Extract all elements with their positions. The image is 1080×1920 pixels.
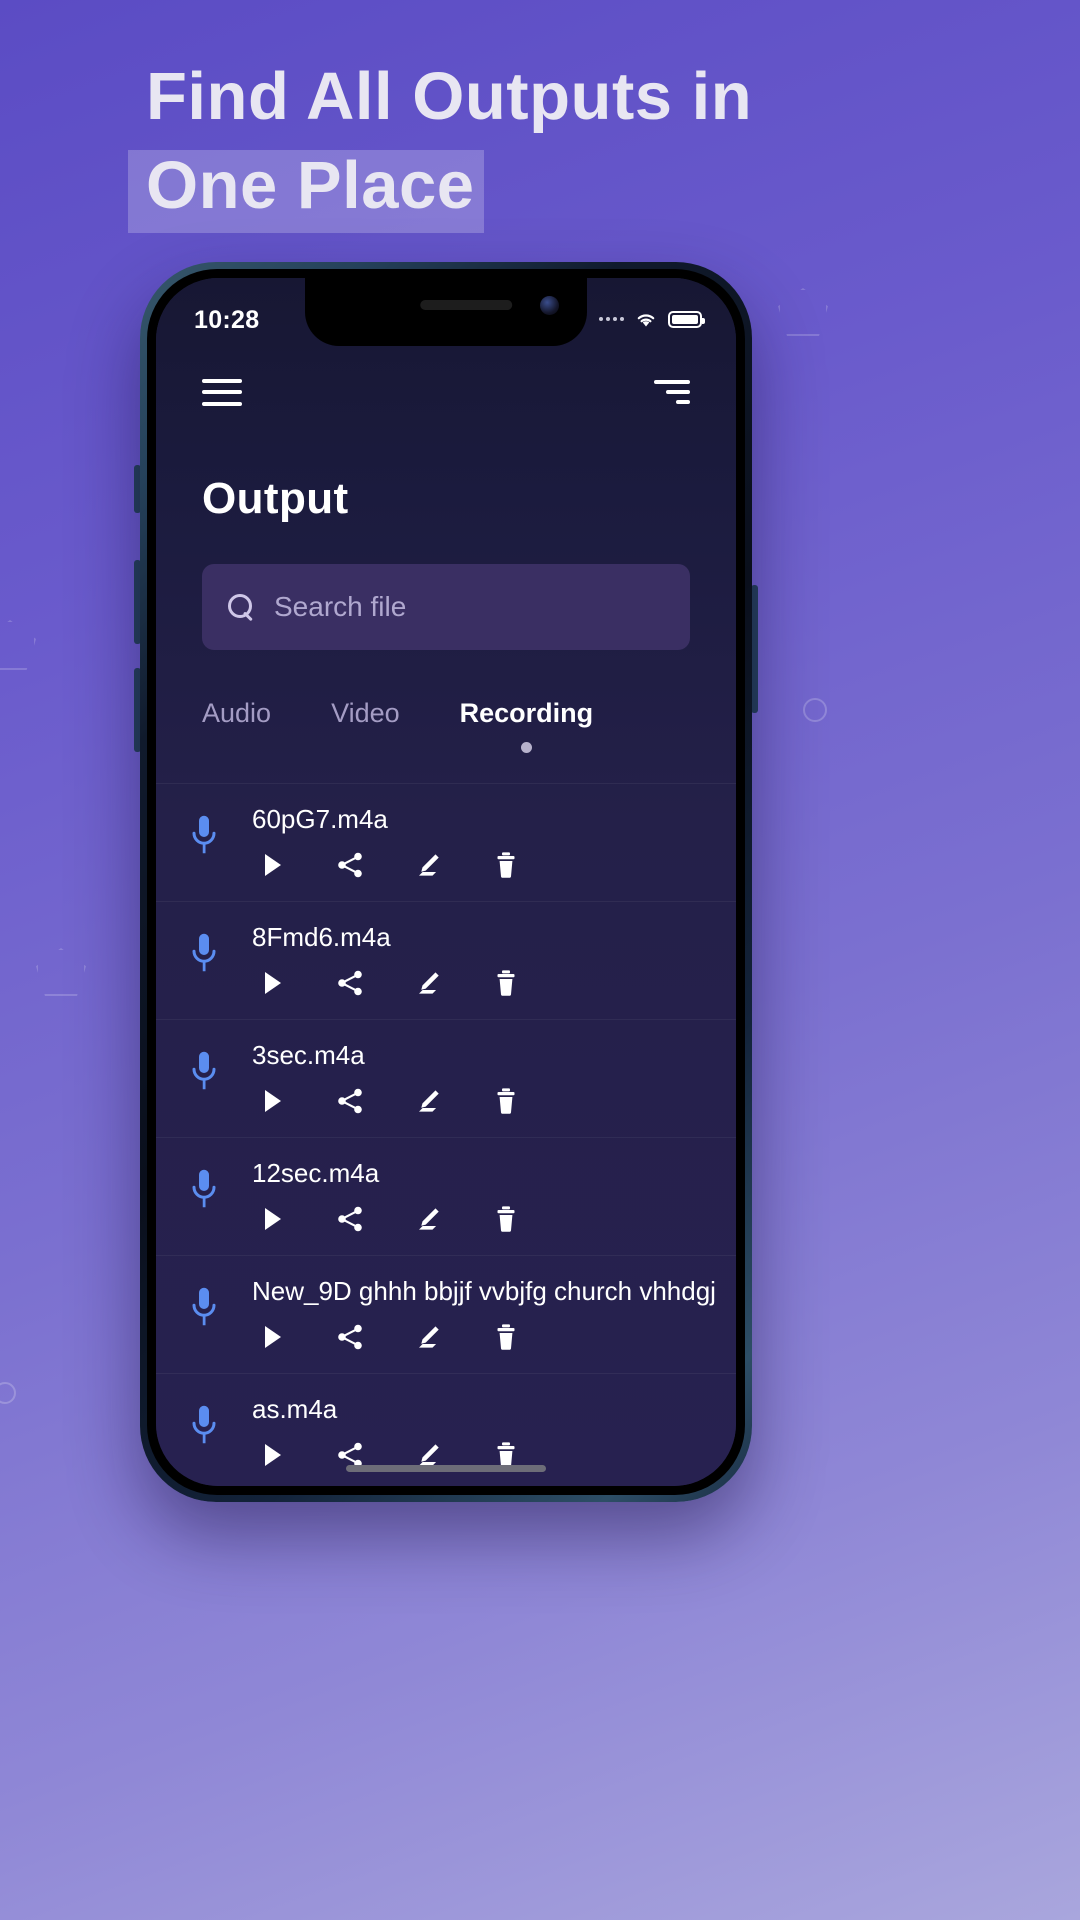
decor-pentagon-left-lower bbox=[36, 948, 86, 996]
file-name: 8Fmd6.m4a bbox=[252, 922, 391, 952]
tab-video-label: Video bbox=[331, 698, 400, 728]
file-name: 60pG7.m4a bbox=[252, 804, 388, 834]
file-row-content: 12sec.m4a bbox=[252, 1138, 736, 1235]
tab-recording-indicator bbox=[520, 742, 532, 753]
microphone-icon bbox=[156, 1138, 252, 1214]
edit-icon[interactable] bbox=[412, 967, 444, 999]
file-row-content: New_9D ghhh bbjjf vvbjfg church vhhdgj bbox=[252, 1256, 736, 1353]
delete-icon[interactable] bbox=[490, 967, 522, 999]
headline-line-1: Find All Outputs in bbox=[128, 52, 958, 141]
edit-icon[interactable] bbox=[412, 849, 444, 881]
front-camera bbox=[540, 296, 559, 315]
search-icon bbox=[228, 594, 254, 620]
delete-icon[interactable] bbox=[490, 1085, 522, 1117]
file-list[interactable]: 60pG7.m4a 8Fmd6.m4a 3sec.m4a 12sec.m4a New_9… bbox=[156, 783, 736, 1486]
tab-video[interactable]: Video bbox=[331, 698, 400, 753]
decor-pentagon-top-right bbox=[778, 288, 828, 336]
play-icon[interactable] bbox=[256, 1085, 288, 1117]
decor-pentagon-left-upper bbox=[0, 620, 36, 670]
file-row[interactable]: 8Fmd6.m4a bbox=[156, 901, 736, 1019]
delete-icon[interactable] bbox=[490, 849, 522, 881]
microphone-icon bbox=[156, 902, 252, 978]
status-time: 10:28 bbox=[194, 305, 260, 334]
share-icon[interactable] bbox=[334, 1203, 366, 1235]
delete-icon[interactable] bbox=[490, 1203, 522, 1235]
file-row[interactable]: 3sec.m4a bbox=[156, 1019, 736, 1137]
page-title: Output bbox=[202, 474, 349, 523]
home-indicator[interactable] bbox=[346, 1465, 546, 1472]
edit-icon[interactable] bbox=[412, 1085, 444, 1117]
hamburger-menu-icon[interactable] bbox=[202, 378, 242, 406]
share-icon[interactable] bbox=[334, 967, 366, 999]
play-icon[interactable] bbox=[256, 1439, 288, 1471]
signal-dots-icon bbox=[599, 317, 624, 321]
phone-notch bbox=[305, 278, 587, 346]
file-actions bbox=[252, 953, 726, 999]
share-icon[interactable] bbox=[334, 1321, 366, 1353]
status-icons bbox=[599, 310, 705, 328]
app-bar bbox=[156, 346, 736, 438]
file-name: as.m4a bbox=[252, 1394, 338, 1424]
tab-bar: Audio Video Recording bbox=[156, 650, 736, 753]
earpiece-speaker bbox=[420, 300, 513, 310]
sort-icon[interactable] bbox=[654, 380, 690, 404]
play-icon[interactable] bbox=[256, 1203, 288, 1235]
share-icon[interactable] bbox=[334, 849, 366, 881]
file-name: New_9D ghhh bbjjf vvbjfg church vhhdgj bbox=[252, 1276, 716, 1306]
search-input[interactable]: Search file bbox=[202, 564, 690, 650]
search-placeholder: Search file bbox=[274, 591, 407, 622]
phone-power-button[interactable] bbox=[751, 585, 758, 713]
headline-line-2-text: One Place bbox=[146, 148, 475, 224]
file-row[interactable]: New_9D ghhh bbjjf vvbjfg church vhhdgj bbox=[156, 1255, 736, 1373]
file-name: 3sec.m4a bbox=[252, 1040, 365, 1070]
decor-circle-right bbox=[803, 698, 827, 722]
tab-audio-indicator bbox=[231, 742, 242, 753]
file-row-content: 3sec.m4a bbox=[252, 1020, 736, 1117]
play-icon[interactable] bbox=[256, 849, 288, 881]
phone-screen: Output Search file Audio Video Recording bbox=[156, 278, 736, 1486]
file-actions bbox=[252, 1071, 726, 1117]
delete-icon[interactable] bbox=[490, 1321, 522, 1353]
decor-circle-bottom-left bbox=[0, 1382, 16, 1404]
file-name: 12sec.m4a bbox=[252, 1158, 380, 1188]
headline-line-2: One Place bbox=[128, 141, 958, 234]
microphone-icon bbox=[156, 1256, 252, 1332]
file-row[interactable]: 12sec.m4a bbox=[156, 1137, 736, 1255]
phone-bezel: Output Search file Audio Video Recording bbox=[147, 269, 745, 1495]
file-row-content: 60pG7.m4a bbox=[252, 784, 736, 881]
microphone-icon bbox=[156, 1374, 252, 1450]
wifi-icon bbox=[634, 310, 658, 328]
tab-recording-label: Recording bbox=[459, 698, 594, 728]
app-container: Output Search file Audio Video Recording bbox=[156, 278, 736, 1486]
file-row[interactable]: 60pG7.m4a bbox=[156, 783, 736, 901]
edit-icon[interactable] bbox=[412, 1203, 444, 1235]
tab-recording[interactable]: Recording bbox=[459, 698, 594, 753]
file-actions bbox=[252, 1307, 726, 1353]
edit-icon[interactable] bbox=[412, 1321, 444, 1353]
file-actions bbox=[252, 1189, 726, 1235]
microphone-icon bbox=[156, 784, 252, 860]
headline-line-1-text: Find All Outputs in bbox=[146, 59, 753, 134]
tab-audio[interactable]: Audio bbox=[202, 698, 271, 753]
file-row-content: 8Fmd6.m4a bbox=[252, 902, 736, 999]
headline: Find All Outputs in One Place bbox=[128, 52, 958, 234]
microphone-icon bbox=[156, 1020, 252, 1096]
phone-mockup: Output Search file Audio Video Recording bbox=[140, 262, 752, 1502]
tab-audio-label: Audio bbox=[202, 698, 272, 728]
battery-full-icon bbox=[668, 310, 705, 328]
play-icon[interactable] bbox=[256, 1321, 288, 1353]
tab-video-indicator bbox=[360, 742, 371, 753]
file-actions bbox=[252, 835, 726, 881]
share-icon[interactable] bbox=[334, 1085, 366, 1117]
file-row-content: as.m4a bbox=[252, 1374, 736, 1471]
play-icon[interactable] bbox=[256, 967, 288, 999]
